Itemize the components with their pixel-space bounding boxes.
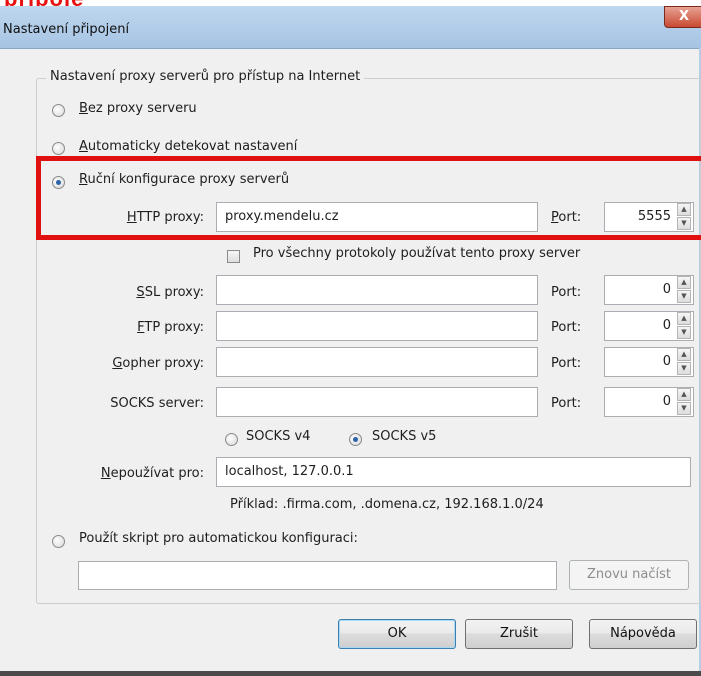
socks-server-input[interactable] bbox=[216, 387, 538, 417]
no-proxy-for-label: Nepoužívat pro: bbox=[100, 466, 204, 481]
radio-socks-v4[interactable] bbox=[225, 433, 238, 446]
radio-auto-detect[interactable] bbox=[52, 142, 65, 155]
spin-up-icon[interactable]: ▲ bbox=[677, 348, 691, 361]
group-legend: Nastavení proxy serverů pro přístup na I… bbox=[46, 69, 365, 84]
gopher-port-label: Port: bbox=[551, 356, 582, 371]
ssl-proxy-input[interactable] bbox=[216, 275, 538, 305]
ok-button[interactable]: OK bbox=[338, 619, 456, 649]
spin-down-icon[interactable]: ▼ bbox=[677, 326, 691, 339]
highlight-annotation bbox=[36, 156, 701, 240]
ssl-port-stepper[interactable]: ▲ ▼ bbox=[677, 276, 691, 304]
spin-down-icon[interactable]: ▼ bbox=[677, 402, 691, 415]
socks-port-stepper[interactable]: ▲ ▼ bbox=[677, 388, 691, 416]
bottom-border bbox=[0, 671, 701, 676]
close-button[interactable]: X bbox=[664, 6, 701, 28]
ftp-proxy-label: FTP proxy: bbox=[137, 320, 204, 335]
radio-socks-v5-label[interactable]: SOCKS v5 bbox=[372, 429, 436, 444]
ssl-port-label: Port: bbox=[551, 285, 582, 300]
reload-pac-button[interactable]: Znovu načíst bbox=[569, 560, 689, 590]
gopher-proxy-input[interactable] bbox=[216, 347, 538, 377]
no-proxy-for-input[interactable]: localhost, 127.0.0.1 bbox=[216, 457, 691, 487]
radio-no-proxy-label[interactable]: Bez proxy serveru bbox=[79, 101, 197, 116]
gopher-port-stepper[interactable]: ▲ ▼ bbox=[677, 348, 691, 376]
ftp-proxy-input[interactable] bbox=[216, 311, 538, 341]
all-protocols-label[interactable]: Pro všechny protokoly používat tento pro… bbox=[253, 246, 580, 261]
radio-auto-detect-label[interactable]: Automaticky detekovat nastavení bbox=[79, 139, 297, 154]
cancel-button[interactable]: Zrušit bbox=[465, 619, 573, 649]
spin-down-icon[interactable]: ▼ bbox=[677, 362, 691, 375]
pac-url-input[interactable] bbox=[78, 561, 557, 590]
radio-socks-v4-label[interactable]: SOCKS v4 bbox=[246, 429, 310, 444]
close-icon: X bbox=[678, 9, 690, 24]
radio-socks-v5[interactable] bbox=[349, 433, 362, 446]
radio-pac-label[interactable]: Použít skript pro automatickou konfigura… bbox=[79, 531, 358, 546]
help-button[interactable]: Nápověda bbox=[589, 619, 697, 649]
spin-up-icon[interactable]: ▲ bbox=[677, 276, 691, 289]
socks-server-label: SOCKS server: bbox=[110, 396, 204, 411]
radio-pac[interactable] bbox=[52, 535, 65, 548]
no-proxy-example: Příklad: .firma.com, .domena.cz, 192.168… bbox=[230, 497, 544, 512]
gopher-proxy-label: Gopher proxy: bbox=[112, 356, 204, 371]
spin-up-icon[interactable]: ▲ bbox=[677, 312, 691, 325]
ftp-port-label: Port: bbox=[551, 320, 582, 335]
radio-no-proxy[interactable] bbox=[52, 104, 65, 117]
socks-port-label: Port: bbox=[551, 396, 582, 411]
spin-down-icon[interactable]: ▼ bbox=[677, 290, 691, 303]
ftp-port-stepper[interactable]: ▲ ▼ bbox=[677, 312, 691, 340]
dialog-title: Nastavení připojení bbox=[3, 22, 130, 37]
ssl-proxy-label: SSL proxy: bbox=[136, 285, 204, 300]
spin-up-icon[interactable]: ▲ bbox=[677, 388, 691, 401]
all-protocols-checkbox[interactable] bbox=[227, 250, 240, 263]
